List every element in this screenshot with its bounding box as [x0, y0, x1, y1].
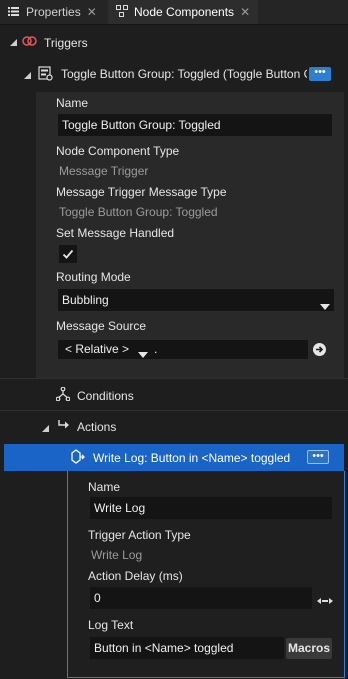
message-type-label: Message Trigger Message Type	[56, 185, 227, 199]
drag-arrows-icon[interactable]	[317, 594, 333, 608]
tab-node-components[interactable]: Node Components ✕	[108, 0, 258, 24]
message-source-label: Message Source	[56, 319, 147, 333]
action-delay-field[interactable]: 0	[90, 587, 312, 609]
actions-row[interactable]: Actions	[0, 415, 348, 437]
tab-properties-label: Properties	[26, 5, 81, 19]
close-icon[interactable]: ✕	[87, 5, 97, 19]
trigger-node-icon	[38, 66, 53, 84]
message-type-value: Toggle Button Group: Toggled	[59, 205, 218, 219]
triggers-row[interactable]: Triggers	[0, 32, 348, 54]
divider	[0, 410, 348, 411]
write-log-action-row[interactable]: Write Log: Button in <Name> toggled •••	[4, 444, 344, 471]
more-icon[interactable]: •••	[307, 450, 329, 464]
routing-mode-select[interactable]: Bubbling	[58, 289, 334, 311]
conditions-icon	[55, 386, 71, 404]
action-delay-label: Action Delay (ms)	[88, 569, 183, 583]
more-icon[interactable]: •••	[309, 67, 331, 81]
trigger-action-type-label: Trigger Action Type	[88, 528, 191, 542]
log-text-field[interactable]: Button in <Name> toggled	[90, 637, 284, 659]
close-icon[interactable]: ✕	[240, 5, 250, 19]
trigger-node-title: Toggle Button Group: Toggled (Toggle But…	[61, 67, 307, 81]
message-source-path-field[interactable]: .	[152, 340, 308, 359]
message-source-value: < Relative >	[65, 342, 130, 356]
component-type-label: Node Component Type	[56, 144, 180, 158]
actions-icon	[57, 419, 71, 434]
conditions-row[interactable]: Conditions	[0, 384, 348, 406]
component-type-value: Message Trigger	[59, 164, 149, 178]
action-name-label: Name	[88, 480, 121, 494]
routing-mode-label: Routing Mode	[56, 270, 131, 284]
tab-bar: Properties ✕ Node Components ✕	[0, 0, 348, 25]
triggers-label: Triggers	[44, 36, 88, 50]
node-component-icon	[116, 4, 128, 20]
list-icon	[8, 5, 20, 19]
set-message-handled-checkbox[interactable]	[59, 245, 77, 263]
action-name-field[interactable]: Write Log	[90, 497, 332, 519]
checkmark-icon	[62, 248, 74, 263]
trigger-name-field[interactable]: Toggle Button Group: Toggled	[58, 114, 332, 136]
expand-arrow-icon[interactable]	[41, 422, 50, 436]
trigger-node-row[interactable]: Toggle Button Group: Toggled (Toggle But…	[0, 62, 348, 86]
macros-button[interactable]: Macros	[286, 638, 332, 659]
tab-properties[interactable]: Properties ✕	[8, 0, 108, 24]
reset-icon[interactable]	[312, 342, 327, 360]
tab-node-components-label: Node Components	[134, 5, 235, 19]
log-text-label: Log Text	[88, 618, 134, 632]
divider	[0, 378, 348, 379]
expand-arrow-icon[interactable]	[23, 69, 32, 83]
dropdown-arrow-icon	[138, 346, 148, 359]
triggers-icon	[22, 35, 37, 50]
trigger-name-label: Name	[56, 96, 89, 110]
trigger-action-type-value: Write Log	[91, 548, 143, 562]
write-log-icon	[70, 449, 86, 468]
conditions-label: Conditions	[77, 389, 134, 403]
expand-arrow-icon[interactable]	[9, 36, 18, 50]
message-source-select[interactable]: < Relative >	[58, 340, 152, 359]
write-log-action-title: Write Log: Button in <Name> toggled	[93, 451, 291, 465]
dropdown-arrow-icon	[320, 296, 330, 311]
actions-label: Actions	[77, 420, 117, 434]
routing-mode-value: Bubbling	[62, 293, 109, 307]
set-message-handled-label: Set Message Handled	[56, 226, 175, 240]
